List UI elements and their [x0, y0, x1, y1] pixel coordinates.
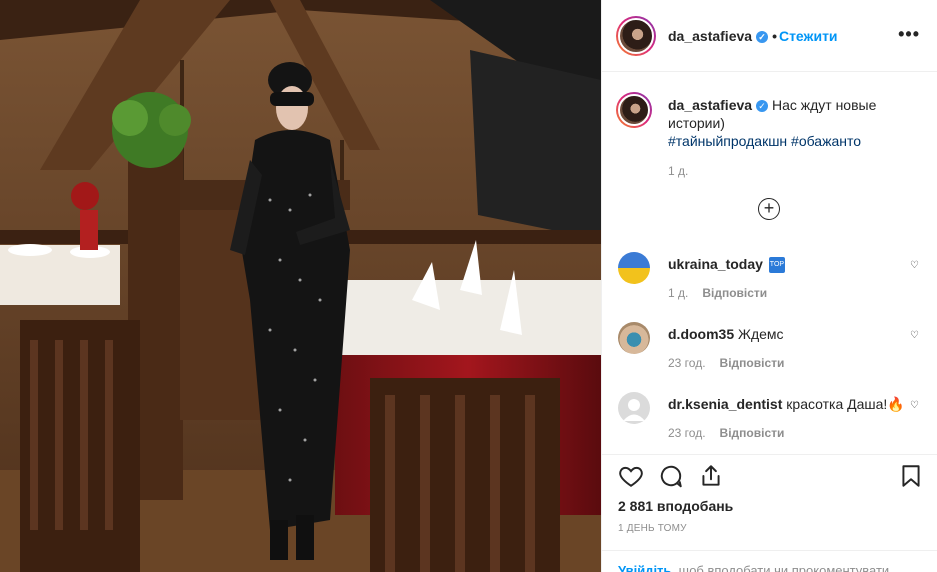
post-header: da_astafieva ✓ • Стежити ••• [602, 0, 937, 72]
comment-text: Ждемс [738, 326, 784, 342]
comment-body: d.doom35 Ждемс [668, 326, 784, 342]
post-sidebar: da_astafieva ✓ • Стежити ••• da_astafieva ✓ … [601, 0, 937, 572]
comment-meta: 23 год. Відповісти [668, 426, 784, 440]
bookmark-icon[interactable] [898, 463, 924, 489]
comment-avatar[interactable] [618, 322, 650, 354]
comment-username[interactable]: d.doom35 [668, 326, 734, 342]
comment-like-icon[interactable]: ♡ [910, 260, 919, 271]
comment-avatar[interactable] [618, 392, 650, 424]
photo-illustration [0, 0, 601, 572]
author-username[interactable]: da_astafieva [668, 28, 752, 44]
login-hint: Увійдіть, щоб вподобати чи прокоментуват… [618, 563, 889, 572]
comment-text: красотка Даша!🔥 [786, 396, 905, 412]
instagram-post: da_astafieva ✓ • Стежити ••• da_astafieva ✓ … [0, 0, 937, 572]
comment-meta: 1 д. Відповісти [668, 286, 767, 300]
comment-username[interactable]: ukraina_today [668, 256, 763, 272]
comment-like-icon[interactable]: ♡ [910, 330, 919, 341]
caption-username[interactable]: da_astafieva [668, 97, 752, 113]
verified-icon: ✓ [756, 100, 769, 113]
author-avatar-image [618, 18, 654, 54]
caption: da_astafieva ✓ Нас ждут новые истории) #т… [668, 96, 918, 150]
login-link[interactable]: Увійдіть [618, 563, 671, 572]
comment-body: dr.ksenia_dentist красотка Даша!🔥 [668, 396, 905, 413]
caption-avatar-image [618, 94, 650, 126]
top-badge-icon: TOP [768, 257, 785, 274]
post-timestamp: 1 ДЕНЬ ТОМУ [618, 523, 687, 534]
default-avatar-icon [623, 399, 645, 421]
caption-avatar[interactable] [616, 92, 652, 128]
comment-like-icon[interactable]: ♡ [910, 400, 919, 411]
comment-body: ukraina_today TOP [668, 256, 785, 274]
comment-time: 23 год. [668, 356, 706, 370]
heart-icon[interactable] [618, 463, 644, 489]
load-more-icon[interactable]: + [758, 198, 780, 220]
comment-avatar[interactable] [618, 252, 650, 284]
post-photo[interactable] [0, 0, 601, 572]
share-icon[interactable] [698, 463, 724, 489]
more-options-icon[interactable]: ••• [898, 24, 920, 45]
action-bar: 2 881 вподобань 1 ДЕНЬ ТОМУ [602, 454, 937, 550]
reply-button[interactable]: Відповісти [702, 286, 767, 300]
comment-time: 1 д. [668, 286, 689, 300]
author-username-row: da_astafieva ✓ • Стежити [668, 28, 838, 44]
verified-icon: ✓ [756, 31, 769, 44]
login-hint-text: , щоб вподобати чи прокоментувати [671, 563, 890, 572]
comment-username[interactable]: dr.ksenia_dentist [668, 396, 782, 412]
reply-button[interactable]: Відповісти [720, 426, 785, 440]
comment-meta: 23 год. Відповісти [668, 356, 784, 370]
follow-button[interactable]: Стежити [779, 28, 838, 44]
reply-button[interactable]: Відповісти [720, 356, 785, 370]
comment-time: 23 год. [668, 426, 706, 440]
comment-icon[interactable] [658, 463, 684, 489]
like-count[interactable]: 2 881 вподобань [618, 498, 733, 514]
caption-time: 1 д. [668, 164, 689, 178]
separator-dot: • [772, 28, 777, 44]
author-avatar[interactable] [616, 16, 656, 56]
caption-hashtags[interactable]: #тайныйпродакшн #обажанто [668, 133, 861, 149]
login-prompt: Увійдіть, щоб вподобати чи прокоментуват… [602, 550, 937, 572]
